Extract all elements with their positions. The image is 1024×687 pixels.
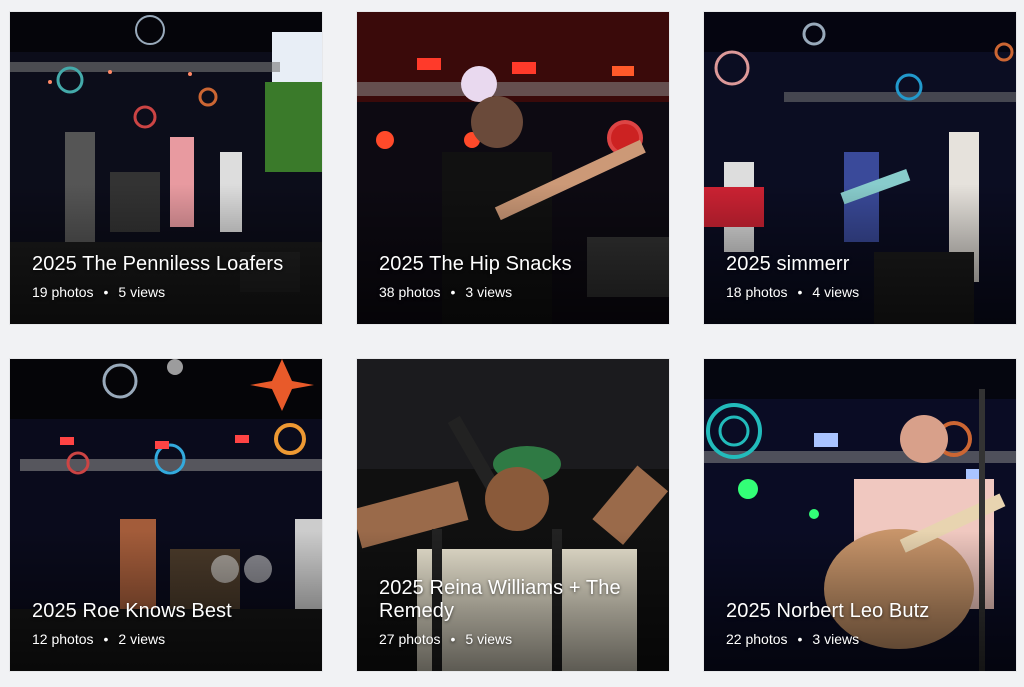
album-title[interactable]: 2025 Norbert Leo Butz xyxy=(726,600,1000,623)
photo-count: 12 photos xyxy=(32,631,94,647)
album-stats: 12 photos • 2 views xyxy=(32,631,306,647)
stats-separator: • xyxy=(450,631,456,647)
album-stats: 27 photos • 5 views xyxy=(379,631,653,647)
album-title[interactable]: 2025 Roe Knows Best xyxy=(32,600,306,623)
photo-count: 38 photos xyxy=(379,284,441,300)
album-card[interactable]: 2025 Reina Williams + The Remedy 27 phot… xyxy=(357,359,669,671)
album-caption: 2025 Norbert Leo Butz 22 photos • 3 views xyxy=(726,600,1000,647)
view-count: 2 views xyxy=(118,631,166,647)
view-count: 5 views xyxy=(118,284,166,300)
album-card[interactable]: 2025 The Penniless Loafers 19 photos • 5 v… xyxy=(10,12,322,324)
photo-count: 19 photos xyxy=(32,284,94,300)
album-caption: 2025 Reina Williams + The Remedy 27 phot… xyxy=(379,577,653,647)
album-caption: 2025 simmerr 18 photos • 4 views xyxy=(726,253,1000,300)
album-card[interactable]: 2025 simmerr 18 photos • 4 views xyxy=(704,12,1016,324)
album-caption: 2025 The Hip Snacks 38 photos • 3 views xyxy=(379,253,653,300)
album-caption: 2025 Roe Knows Best 12 photos • 2 views xyxy=(32,600,306,647)
album-stats: 18 photos • 4 views xyxy=(726,284,1000,300)
album-card[interactable]: 2025 The Hip Snacks 38 photos • 3 views xyxy=(357,12,669,324)
view-count: 4 views xyxy=(812,284,860,300)
album-stats: 38 photos • 3 views xyxy=(379,284,653,300)
album-title[interactable]: 2025 Reina Williams + The Remedy xyxy=(379,577,653,623)
stats-separator: • xyxy=(103,284,109,300)
view-count: 5 views xyxy=(465,631,513,647)
album-title[interactable]: 2025 simmerr xyxy=(726,253,1000,276)
view-count: 3 views xyxy=(812,631,860,647)
album-stats: 19 photos • 5 views xyxy=(32,284,306,300)
stats-separator: • xyxy=(797,284,803,300)
album-stats: 22 photos • 3 views xyxy=(726,631,1000,647)
album-grid: 2025 The Penniless Loafers 19 photos • 5 v… xyxy=(0,0,1024,687)
album-caption: 2025 The Penniless Loafers 19 photos • 5 v… xyxy=(32,253,306,300)
stats-separator: • xyxy=(450,284,456,300)
album-title[interactable]: 2025 The Hip Snacks xyxy=(379,253,653,276)
photo-count: 22 photos xyxy=(726,631,788,647)
view-count: 3 views xyxy=(465,284,513,300)
album-title[interactable]: 2025 The Penniless Loafers xyxy=(32,253,306,276)
photo-count: 18 photos xyxy=(726,284,788,300)
stats-separator: • xyxy=(797,631,803,647)
album-card[interactable]: 2025 Roe Knows Best 12 photos • 2 views xyxy=(10,359,322,671)
photo-count: 27 photos xyxy=(379,631,441,647)
stats-separator: • xyxy=(103,631,109,647)
album-card[interactable]: 2025 Norbert Leo Butz 22 photos • 3 views xyxy=(704,359,1016,671)
